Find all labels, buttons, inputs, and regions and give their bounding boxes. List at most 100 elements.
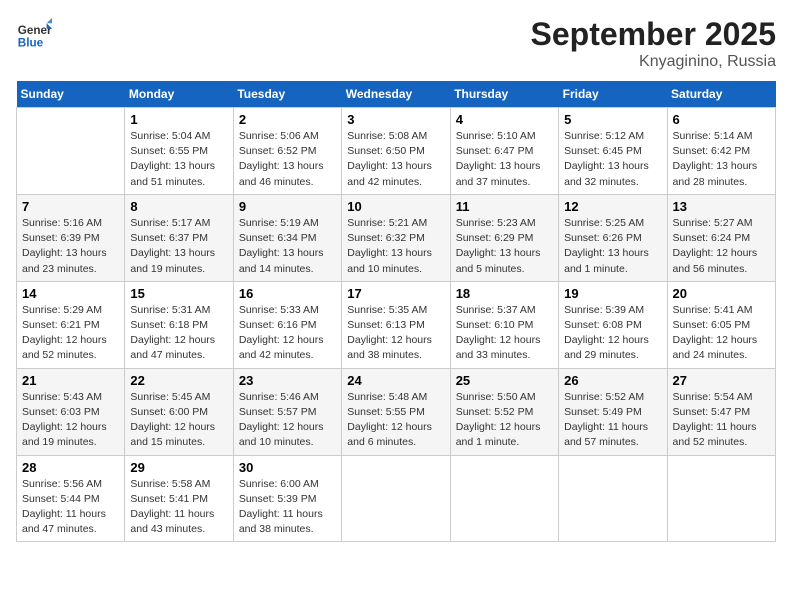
calendar-cell: 9Sunrise: 5:19 AM Sunset: 6:34 PM Daylig… xyxy=(233,194,341,281)
weekday-header-friday: Friday xyxy=(559,81,667,108)
day-info: Sunrise: 5:41 AM Sunset: 6:05 PM Dayligh… xyxy=(673,303,770,364)
calendar-cell: 23Sunrise: 5:46 AM Sunset: 5:57 PM Dayli… xyxy=(233,368,341,455)
day-number: 15 xyxy=(130,286,227,301)
calendar-cell: 6 Sunrise: 5:14 AM Sunset: 6:42 PM Daylig… xyxy=(667,108,775,195)
day-info: Sunrise: 5:37 AM Sunset: 6:10 PM Dayligh… xyxy=(456,303,553,364)
day-number: 30 xyxy=(239,460,336,475)
calendar-cell xyxy=(450,455,558,542)
calendar-week-3: 14Sunrise: 5:29 AM Sunset: 6:21 PM Dayli… xyxy=(17,281,776,368)
calendar-cell: 2 Sunrise: 5:06 AM Sunset: 6:52 PM Daylig… xyxy=(233,108,341,195)
location: Knyaginino, Russia xyxy=(531,53,776,71)
day-number: 22 xyxy=(130,373,227,388)
day-info: Sunrise: 5:43 AM Sunset: 6:03 PM Dayligh… xyxy=(22,390,119,451)
day-number: 29 xyxy=(130,460,227,475)
calendar-cell xyxy=(342,455,450,542)
day-number: 1 xyxy=(130,112,227,127)
calendar-cell: 15 Sunrise: 5:31 AM Sunset: 6:18 PM Dayli… xyxy=(125,281,233,368)
day-info: Sunrise: 5:50 AM Sunset: 5:52 PM Dayligh… xyxy=(456,390,553,451)
weekday-row: SundayMondayTuesdayWednesdayThursdayFrid… xyxy=(17,81,776,108)
day-info: Sunrise: 5:45 AM Sunset: 6:00 PM Dayligh… xyxy=(130,390,227,451)
calendar-cell: 22 Sunrise: 5:45 AM Sunset: 6:00 PM Dayli… xyxy=(125,368,233,455)
day-info: Sunrise: 5:35 AM Sunset: 6:13 PM Dayligh… xyxy=(347,303,444,364)
day-info: Sunrise: 5:17 AM Sunset: 6:37 PM Dayligh… xyxy=(130,216,227,277)
day-info: Sunrise: 5:23 AM Sunset: 6:29 PM Dayligh… xyxy=(456,216,553,277)
calendar-cell: 30 Sunrise: 6:00 AM Sunset: 5:39 PM Dayli… xyxy=(233,455,341,542)
calendar-cell: 26 Sunrise: 5:52 AM Sunset: 5:49 PM Dayli… xyxy=(559,368,667,455)
day-number: 26 xyxy=(564,373,661,388)
day-info: Sunrise: 5:19 AM Sunset: 6:34 PM Dayligh… xyxy=(239,216,336,277)
day-info: Sunrise: 5:04 AM Sunset: 6:55 PM Dayligh… xyxy=(130,129,227,190)
calendar-cell: 28Sunrise: 5:56 AM Sunset: 5:44 PM Dayli… xyxy=(17,455,125,542)
day-info: Sunrise: 5:16 AM Sunset: 6:39 PM Dayligh… xyxy=(22,216,119,277)
logo-icon: General Blue xyxy=(16,16,52,52)
day-info: Sunrise: 5:33 AM Sunset: 6:16 PM Dayligh… xyxy=(239,303,336,364)
day-number: 6 xyxy=(673,112,770,127)
calendar-cell: 12 Sunrise: 5:25 AM Sunset: 6:26 PM Dayli… xyxy=(559,194,667,281)
day-info: Sunrise: 5:52 AM Sunset: 5:49 PM Dayligh… xyxy=(564,390,661,451)
day-number: 14 xyxy=(22,286,119,301)
day-info: Sunrise: 5:06 AM Sunset: 6:52 PM Dayligh… xyxy=(239,129,336,190)
day-number: 11 xyxy=(456,199,553,214)
calendar-cell: 5 Sunrise: 5:12 AM Sunset: 6:45 PM Daylig… xyxy=(559,108,667,195)
weekday-header-monday: Monday xyxy=(125,81,233,108)
logo: General Blue xyxy=(16,16,56,52)
calendar-cell: 29 Sunrise: 5:58 AM Sunset: 5:41 PM Dayli… xyxy=(125,455,233,542)
day-info: Sunrise: 5:12 AM Sunset: 6:45 PM Dayligh… xyxy=(564,129,661,190)
day-number: 21 xyxy=(22,373,119,388)
calendar-cell: 21 Sunrise: 5:43 AM Sunset: 6:03 PM Dayli… xyxy=(17,368,125,455)
day-number: 4 xyxy=(456,112,553,127)
day-number: 16 xyxy=(239,286,336,301)
calendar-cell: 8 Sunrise: 5:17 AM Sunset: 6:37 PM Daylig… xyxy=(125,194,233,281)
calendar-cell: 20Sunrise: 5:41 AM Sunset: 6:05 PM Dayli… xyxy=(667,281,775,368)
day-number: 28 xyxy=(22,460,119,475)
calendar-cell: 13Sunrise: 5:27 AM Sunset: 6:24 PM Dayli… xyxy=(667,194,775,281)
day-number: 8 xyxy=(130,199,227,214)
calendar-cell: 3 Sunrise: 5:08 AM Sunset: 6:50 PM Daylig… xyxy=(342,108,450,195)
day-info: Sunrise: 5:21 AM Sunset: 6:32 PM Dayligh… xyxy=(347,216,444,277)
calendar-week-5: 28Sunrise: 5:56 AM Sunset: 5:44 PM Dayli… xyxy=(17,455,776,542)
day-number: 7 xyxy=(22,199,119,214)
day-number: 2 xyxy=(239,112,336,127)
day-info: Sunrise: 5:54 AM Sunset: 5:47 PM Dayligh… xyxy=(673,390,770,451)
calendar-cell xyxy=(559,455,667,542)
weekday-header-tuesday: Tuesday xyxy=(233,81,341,108)
day-info: Sunrise: 6:00 AM Sunset: 5:39 PM Dayligh… xyxy=(239,477,336,538)
calendar-cell: 14Sunrise: 5:29 AM Sunset: 6:21 PM Dayli… xyxy=(17,281,125,368)
day-number: 3 xyxy=(347,112,444,127)
day-info: Sunrise: 5:10 AM Sunset: 6:47 PM Dayligh… xyxy=(456,129,553,190)
calendar-cell: 25 Sunrise: 5:50 AM Sunset: 5:52 PM Dayli… xyxy=(450,368,558,455)
day-number: 25 xyxy=(456,373,553,388)
calendar-cell: 24 Sunrise: 5:48 AM Sunset: 5:55 PM Dayli… xyxy=(342,368,450,455)
calendar-cell: 17Sunrise: 5:35 AM Sunset: 6:13 PM Dayli… xyxy=(342,281,450,368)
day-number: 12 xyxy=(564,199,661,214)
day-number: 18 xyxy=(456,286,553,301)
day-number: 5 xyxy=(564,112,661,127)
page-header: General Blue September 2025 Knyaginino, … xyxy=(16,16,776,71)
calendar-week-2: 7 Sunrise: 5:16 AM Sunset: 6:39 PM Daylig… xyxy=(17,194,776,281)
day-number: 19 xyxy=(564,286,661,301)
day-info: Sunrise: 5:48 AM Sunset: 5:55 PM Dayligh… xyxy=(347,390,444,451)
calendar-cell: 18 Sunrise: 5:37 AM Sunset: 6:10 PM Dayli… xyxy=(450,281,558,368)
day-info: Sunrise: 5:08 AM Sunset: 6:50 PM Dayligh… xyxy=(347,129,444,190)
day-info: Sunrise: 5:58 AM Sunset: 5:41 PM Dayligh… xyxy=(130,477,227,538)
day-info: Sunrise: 5:31 AM Sunset: 6:18 PM Dayligh… xyxy=(130,303,227,364)
calendar-header: SundayMondayTuesdayWednesdayThursdayFrid… xyxy=(17,81,776,108)
calendar-cell: 10Sunrise: 5:21 AM Sunset: 6:32 PM Dayli… xyxy=(342,194,450,281)
calendar-cell: 7 Sunrise: 5:16 AM Sunset: 6:39 PM Daylig… xyxy=(17,194,125,281)
weekday-header-saturday: Saturday xyxy=(667,81,775,108)
calendar-cell: 16 Sunrise: 5:33 AM Sunset: 6:16 PM Dayli… xyxy=(233,281,341,368)
weekday-header-thursday: Thursday xyxy=(450,81,558,108)
day-info: Sunrise: 5:27 AM Sunset: 6:24 PM Dayligh… xyxy=(673,216,770,277)
day-info: Sunrise: 5:46 AM Sunset: 5:57 PM Dayligh… xyxy=(239,390,336,451)
day-info: Sunrise: 5:25 AM Sunset: 6:26 PM Dayligh… xyxy=(564,216,661,277)
calendar-week-1: 1 Sunrise: 5:04 AM Sunset: 6:55 PM Daylig… xyxy=(17,108,776,195)
svg-text:Blue: Blue xyxy=(18,37,44,50)
calendar-cell: 19 Sunrise: 5:39 AM Sunset: 6:08 PM Dayli… xyxy=(559,281,667,368)
calendar-table: SundayMondayTuesdayWednesdayThursdayFrid… xyxy=(16,81,776,542)
calendar-week-4: 21 Sunrise: 5:43 AM Sunset: 6:03 PM Dayli… xyxy=(17,368,776,455)
day-info: Sunrise: 5:14 AM Sunset: 6:42 PM Dayligh… xyxy=(673,129,770,190)
day-info: Sunrise: 5:39 AM Sunset: 6:08 PM Dayligh… xyxy=(564,303,661,364)
title-block: September 2025 Knyaginino, Russia xyxy=(531,16,776,71)
day-number: 24 xyxy=(347,373,444,388)
calendar-cell xyxy=(667,455,775,542)
